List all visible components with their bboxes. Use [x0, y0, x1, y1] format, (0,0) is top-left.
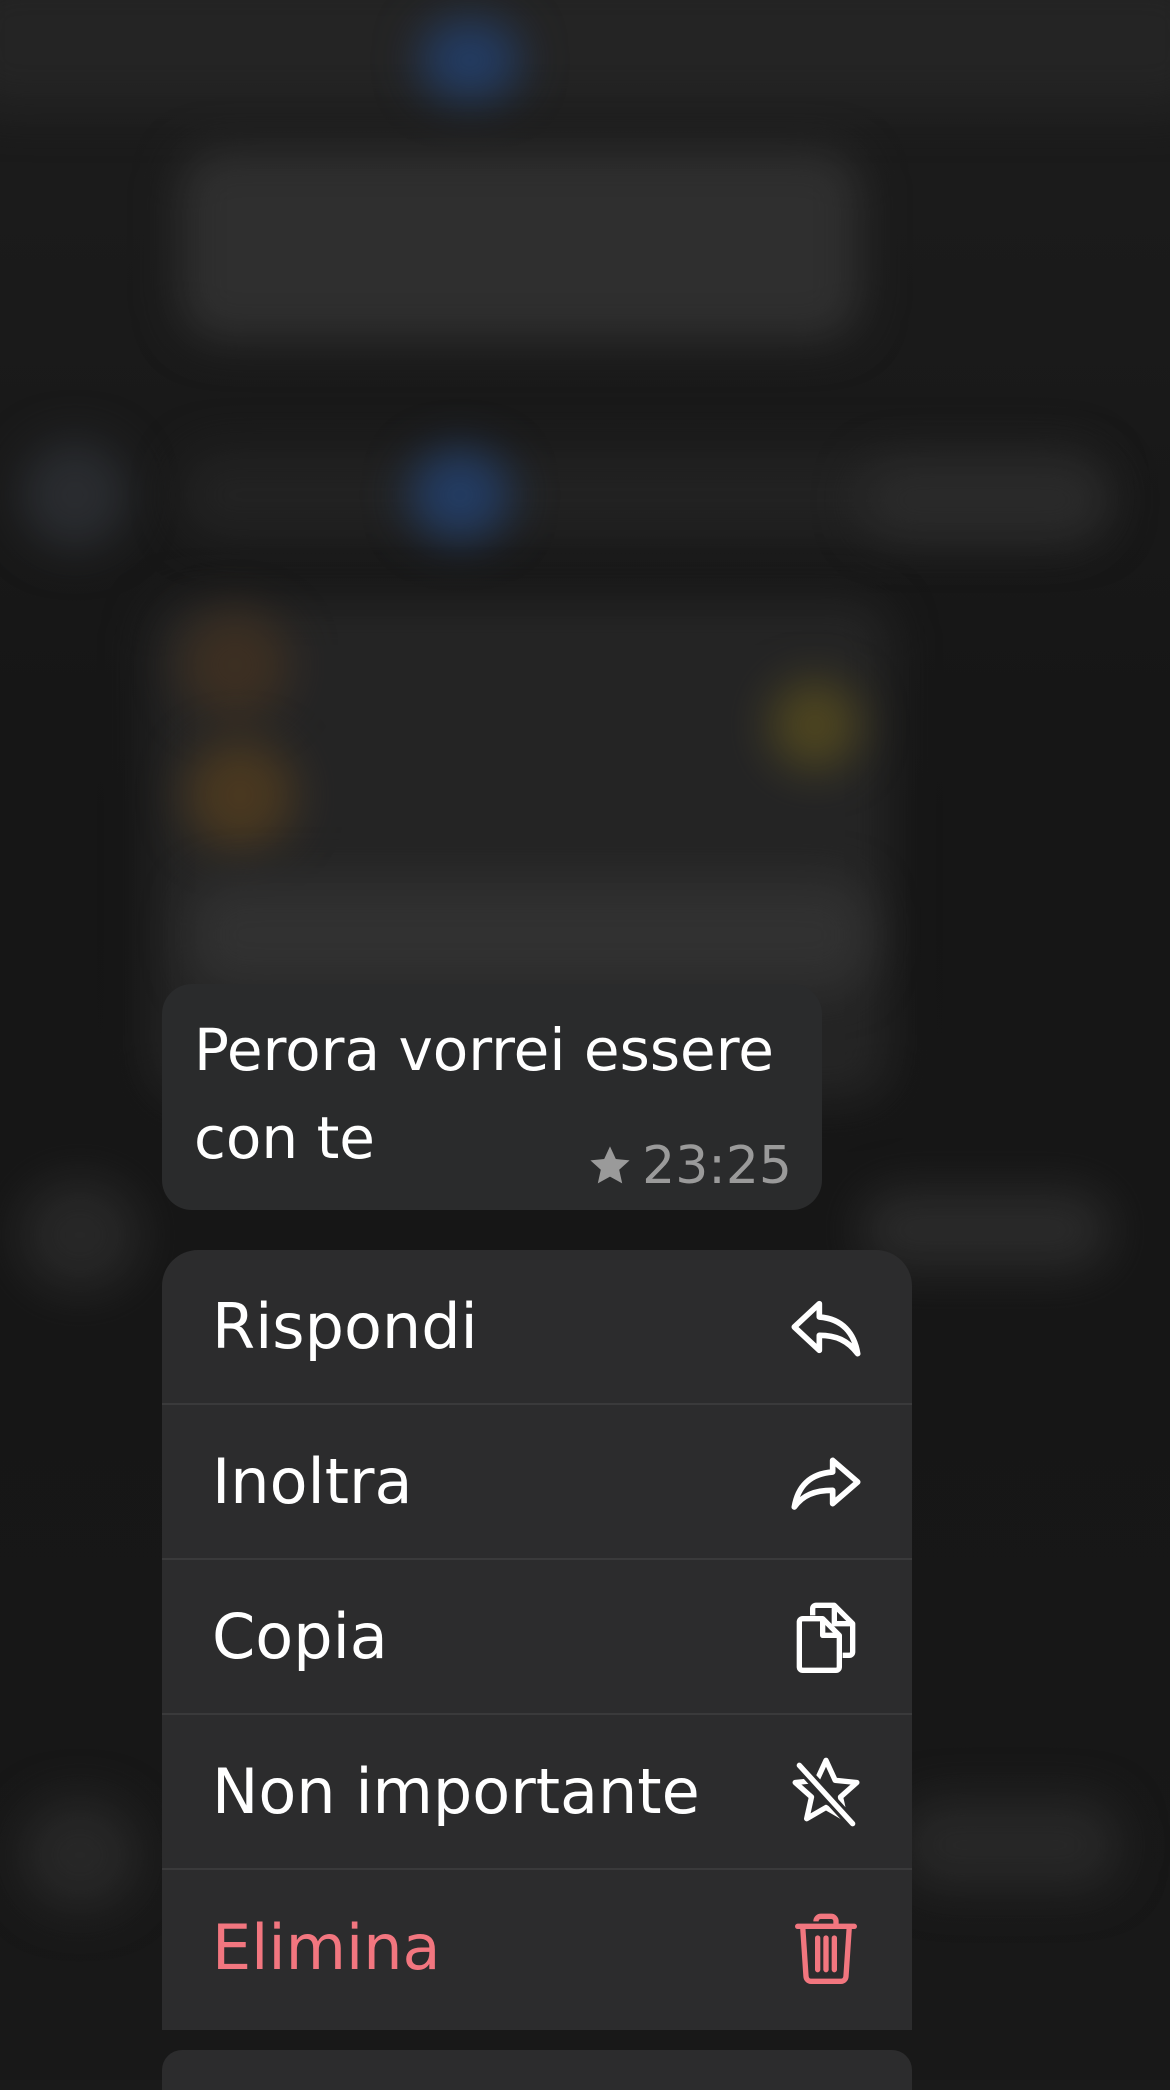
menu-item-label: Inoltra	[212, 1445, 413, 1518]
menu-item-forward[interactable]: Inoltra	[162, 1405, 912, 1560]
menu-item-label: Elimina	[212, 1911, 441, 1984]
reply-icon	[791, 1300, 861, 1356]
menu-item-delete[interactable]: Elimina	[162, 1870, 912, 2025]
message-time: 23:25	[642, 1136, 792, 1196]
message-line-1: Perora vorrei essere	[194, 1016, 774, 1084]
message-meta: 23:25	[586, 1136, 792, 1196]
message-bubble: Perora vorrei essere con te 23:25	[162, 984, 822, 1210]
menu-item-label: Copia	[212, 1600, 388, 1673]
unstar-icon	[792, 1757, 860, 1829]
forward-icon	[791, 1457, 861, 1510]
menu-item-label: Rispondi	[212, 1290, 478, 1363]
menu-item-reply[interactable]: Rispondi	[162, 1250, 912, 1405]
menu-item-label: Non importante	[212, 1755, 700, 1828]
message-context-menu: Rispondi Inoltra Copia Non importante El…	[162, 1250, 912, 2030]
trash-icon	[795, 1913, 857, 1984]
menu-item-copy[interactable]: Copia	[162, 1560, 912, 1715]
menu-next-section	[162, 2050, 912, 2090]
copy-icon	[796, 1602, 856, 1673]
menu-item-unstar[interactable]: Non importante	[162, 1715, 912, 1870]
star-icon	[590, 1146, 630, 1184]
